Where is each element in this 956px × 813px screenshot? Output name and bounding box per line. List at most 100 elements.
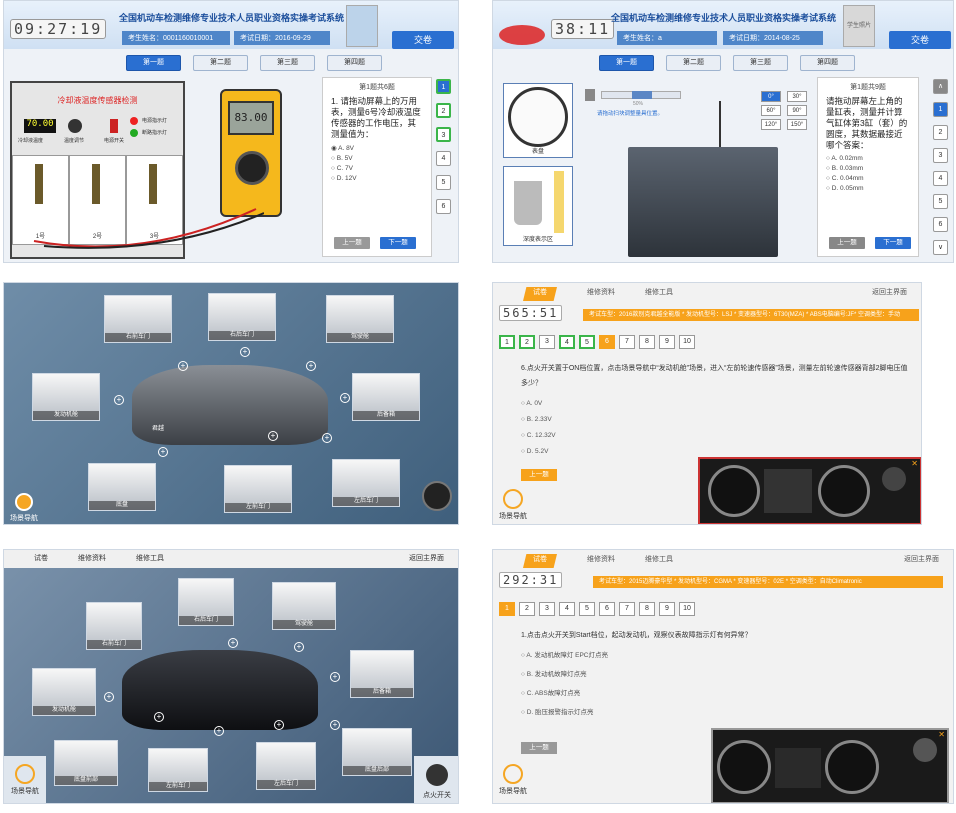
angle-120-button[interactable]: 120°: [761, 119, 781, 130]
ignition-switch[interactable]: [882, 467, 906, 491]
qnum-2[interactable]: 2: [436, 103, 451, 118]
hotspot-plus-icon[interactable]: +: [228, 638, 238, 648]
close-icon[interactable]: ✕: [911, 459, 918, 468]
next-button[interactable]: 下一题: [380, 237, 416, 249]
qnum-7[interactable]: 7: [619, 335, 635, 349]
qnum-1[interactable]: 1: [499, 335, 515, 349]
hotspot-plus-icon[interactable]: +: [158, 447, 168, 457]
close-icon[interactable]: ✕: [938, 730, 945, 739]
thumb-cockpit[interactable]: 驾驶舱: [326, 295, 394, 343]
thumb-cockpit[interactable]: 驾驶舱: [272, 582, 336, 630]
option-c[interactable]: ○ C. 7V: [331, 165, 423, 172]
gauge-rod[interactable]: [719, 101, 721, 147]
prev-button[interactable]: 上一题: [829, 237, 865, 249]
scene-nav-button[interactable]: 场景导航: [499, 489, 527, 521]
prev-button[interactable]: 上一题: [521, 469, 557, 481]
hotspot-plus-icon[interactable]: +: [214, 726, 224, 736]
qnum-8[interactable]: 8: [639, 602, 655, 616]
option-d[interactable]: ○ D. 5.2V: [521, 448, 911, 455]
position-slider[interactable]: [601, 91, 681, 99]
option-a[interactable]: ◉ A. 8V: [331, 144, 423, 152]
qnum-10[interactable]: 10: [679, 602, 695, 616]
qnum-5[interactable]: 5: [933, 194, 948, 209]
tab-q1[interactable]: 第一题: [599, 55, 654, 71]
option-b[interactable]: ○ B. 0.03mm: [826, 165, 910, 172]
hotspot-plus-icon[interactable]: +: [330, 672, 340, 682]
option-d[interactable]: ○ D. 0.05mm: [826, 185, 910, 192]
multimeter-dial[interactable]: [235, 151, 269, 185]
hotspot-plus-icon[interactable]: +: [154, 712, 164, 722]
scene-nav-button[interactable]: 场景导航: [4, 756, 46, 803]
qnum-9[interactable]: 9: [659, 335, 675, 349]
qnum-3[interactable]: 3: [436, 127, 451, 142]
thumb-engine-bay[interactable]: 发动机舱: [32, 373, 100, 421]
hotspot-plus-icon[interactable]: +: [330, 720, 340, 730]
thumb-right-rear-door[interactable]: 右后车门: [208, 293, 276, 341]
submit-button[interactable]: 交卷: [889, 31, 951, 49]
qnum-2[interactable]: 2: [933, 125, 948, 140]
menu-exam[interactable]: 试卷: [34, 553, 48, 567]
qnum-4[interactable]: 4: [559, 335, 575, 349]
hotspot-plus-icon[interactable]: +: [322, 433, 332, 443]
qnum-3[interactable]: 3: [539, 335, 555, 349]
prev-button[interactable]: 上一题: [334, 237, 370, 249]
menu-exam[interactable]: 试卷: [523, 287, 557, 301]
menu-repair-data[interactable]: 维修资料: [78, 553, 106, 567]
power-switch[interactable]: [110, 119, 118, 133]
qnum-6[interactable]: 6: [436, 199, 451, 214]
ignition-switch[interactable]: [913, 738, 937, 762]
hotspot-plus-icon[interactable]: +: [268, 431, 278, 441]
back-to-main[interactable]: 返回主界面: [872, 287, 907, 301]
qnum-6[interactable]: 6: [933, 217, 948, 232]
hotspot-plus-icon[interactable]: +: [114, 395, 124, 405]
angle-150-button[interactable]: 150°: [787, 119, 807, 130]
thumb-left-front-door[interactable]: 左前车门: [224, 465, 292, 513]
option-b[interactable]: ○ B. 发动机故障灯点亮: [521, 668, 921, 678]
hotspot-plus-icon[interactable]: +: [340, 393, 350, 403]
qnum-4[interactable]: 4: [559, 602, 575, 616]
menu-repair-tools[interactable]: 维修工具: [136, 553, 164, 567]
scene-nav-button[interactable]: 场景导航: [499, 764, 527, 796]
option-b[interactable]: ○ B. 2.33V: [521, 416, 911, 423]
tab-q3[interactable]: 第三题: [733, 55, 788, 71]
menu-repair-tools[interactable]: 维修工具: [645, 287, 673, 301]
hotspot-plus-icon[interactable]: +: [178, 361, 188, 371]
qnum-5[interactable]: 5: [579, 335, 595, 349]
depth-area[interactable]: 深度表示区: [503, 166, 573, 246]
ignition-button[interactable]: 点火开关: [414, 756, 458, 803]
ignition-icon[interactable]: [422, 481, 452, 511]
thumb-chassis-front[interactable]: 底盘前部: [54, 740, 118, 786]
menu-repair-data[interactable]: 维修资料: [587, 554, 615, 568]
tab-q2[interactable]: 第二题: [666, 55, 721, 71]
thumb-chassis[interactable]: 底盘: [88, 463, 156, 511]
tab-q3[interactable]: 第三题: [260, 55, 315, 71]
scroll-up-button[interactable]: ∧: [933, 79, 948, 94]
scene-nav-button[interactable]: 场景导航: [10, 493, 38, 523]
menu-exam[interactable]: 试卷: [523, 554, 557, 568]
tab-q1[interactable]: 第一题: [126, 55, 181, 71]
qnum-5[interactable]: 5: [436, 175, 451, 190]
back-to-main[interactable]: 返回主界面: [409, 553, 444, 567]
option-d[interactable]: ○ D. 12V: [331, 175, 423, 182]
thumb-left-front-door[interactable]: 左前车门: [148, 748, 208, 792]
prev-button[interactable]: 上一题: [521, 742, 557, 754]
angle-30-button[interactable]: 30°: [787, 91, 807, 102]
option-a[interactable]: ○ A. 0V: [521, 400, 911, 407]
tab-q4[interactable]: 第四题: [327, 55, 382, 71]
angle-60-button[interactable]: 60°: [761, 105, 781, 116]
dial-gauge[interactable]: 表盘: [503, 83, 573, 158]
qnum-1[interactable]: 1: [933, 102, 948, 117]
qnum-2[interactable]: 2: [519, 335, 535, 349]
menu-repair-tools[interactable]: 维修工具: [645, 554, 673, 568]
back-to-main[interactable]: 返回主界面: [904, 554, 939, 568]
qnum-3[interactable]: 3: [933, 148, 948, 163]
multimeter[interactable]: 83.00: [220, 89, 282, 217]
qnum-3[interactable]: 3: [539, 602, 555, 616]
tab-q2[interactable]: 第二题: [193, 55, 248, 71]
scroll-down-button[interactable]: ∨: [933, 240, 948, 255]
next-button[interactable]: 下一题: [875, 237, 911, 249]
qnum-10[interactable]: 10: [679, 335, 695, 349]
option-c[interactable]: ○ C. 12.32V: [521, 432, 911, 439]
qnum-6[interactable]: 6: [599, 602, 615, 616]
submit-button[interactable]: 交卷: [392, 31, 454, 49]
